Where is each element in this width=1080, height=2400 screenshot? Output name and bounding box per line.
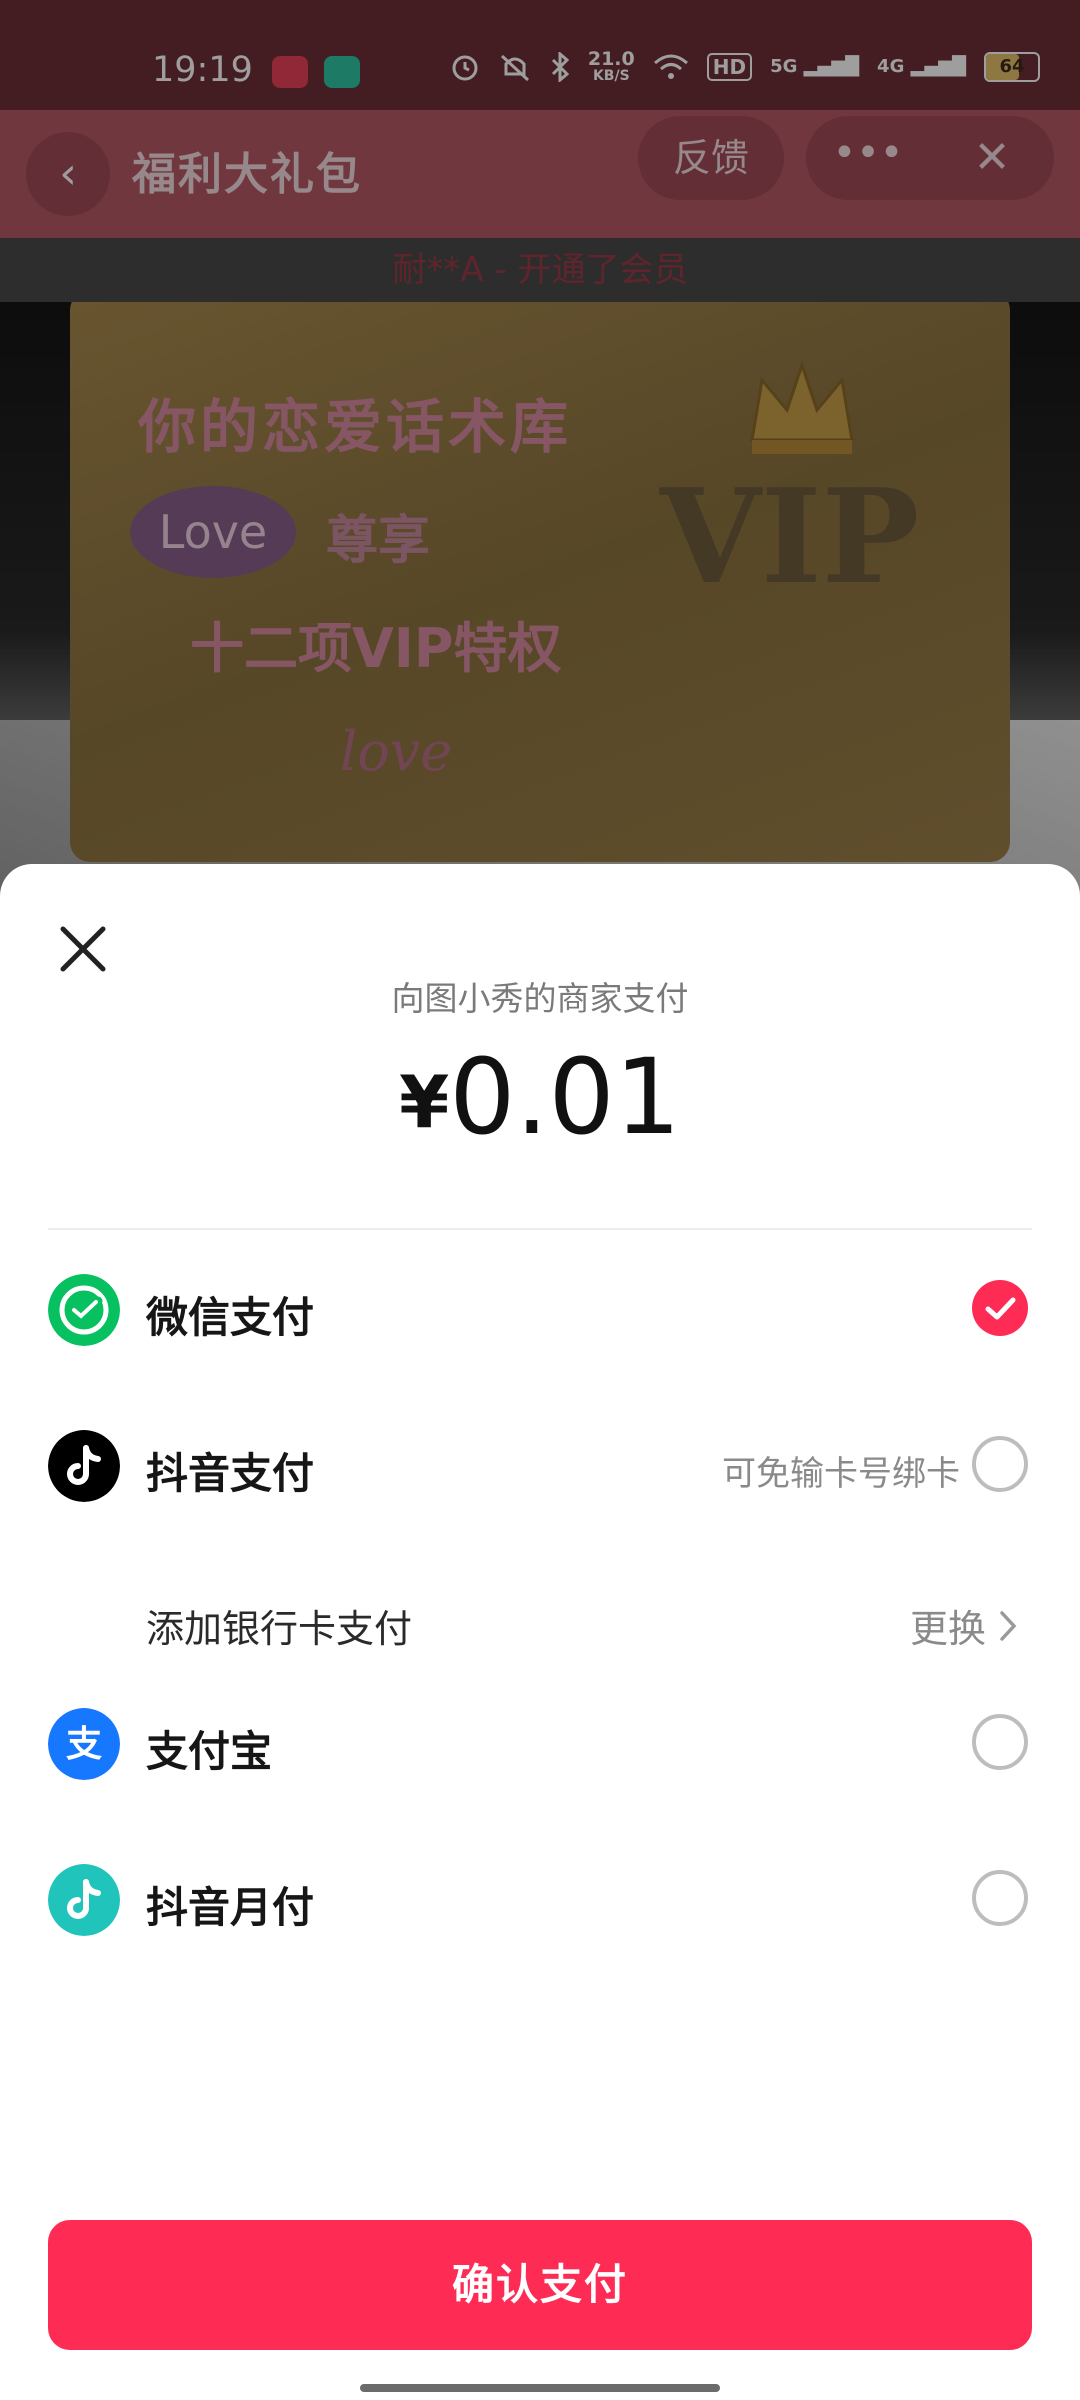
radio-douyin-pay[interactable] [972,1436,1028,1492]
wechat-pay-icon [48,1274,120,1346]
douyin-pay-icon [48,1430,120,1502]
add-bank-card-row[interactable]: 添加银行卡支付 更换 [0,1582,1080,1662]
chevron-right-icon [1000,1610,1017,1641]
alipay-icon: 支 [48,1708,120,1780]
payee-text: 向图小秀的商家支付 [391,979,689,1018]
change-card-label: 更换 [909,1607,986,1651]
payment-sheet: 向图小秀的商家支付 ¥0.01 微信支付 抖音支付 可免输卡号绑卡 添加银行卡支… [0,864,1080,2400]
confirm-payment-button[interactable]: 确认支付 [48,2220,1032,2350]
check-icon [985,1297,1016,1320]
svg-text:支: 支 [66,1724,102,1765]
payment-method-label: 抖音支付 [146,1449,315,1498]
amount-value: 0.01 [449,1036,681,1158]
payment-method-label: 支付宝 [146,1727,273,1776]
divider [48,1228,1032,1230]
payment-method-hint: 可免输卡号绑卡 [722,1454,960,1494]
payment-method-alipay[interactable]: 支 支付宝 [0,1694,1080,1794]
home-indicator[interactable] [360,2384,720,2392]
currency-symbol: ¥ [399,1060,450,1144]
payment-method-wechat[interactable]: 微信支付 [0,1260,1080,1360]
radio-alipay[interactable] [972,1714,1028,1770]
payment-amount: ¥0.01 [0,1036,1080,1158]
payment-method-label: 抖音月付 [146,1883,315,1932]
radio-douyin-monthly[interactable] [972,1870,1028,1926]
douyin-monthly-pay-icon [48,1864,120,1936]
payment-method-douyin-monthly[interactable]: 抖音月付 [0,1850,1080,1950]
payment-method-label: 微信支付 [146,1293,315,1342]
change-card-button[interactable]: 更换 [910,1598,1018,1653]
add-bank-card-label: 添加银行卡支付 [146,1607,413,1651]
payment-method-douyin-pay[interactable]: 抖音支付 可免输卡号绑卡 [0,1416,1080,1516]
radio-wechat[interactable] [972,1280,1028,1336]
